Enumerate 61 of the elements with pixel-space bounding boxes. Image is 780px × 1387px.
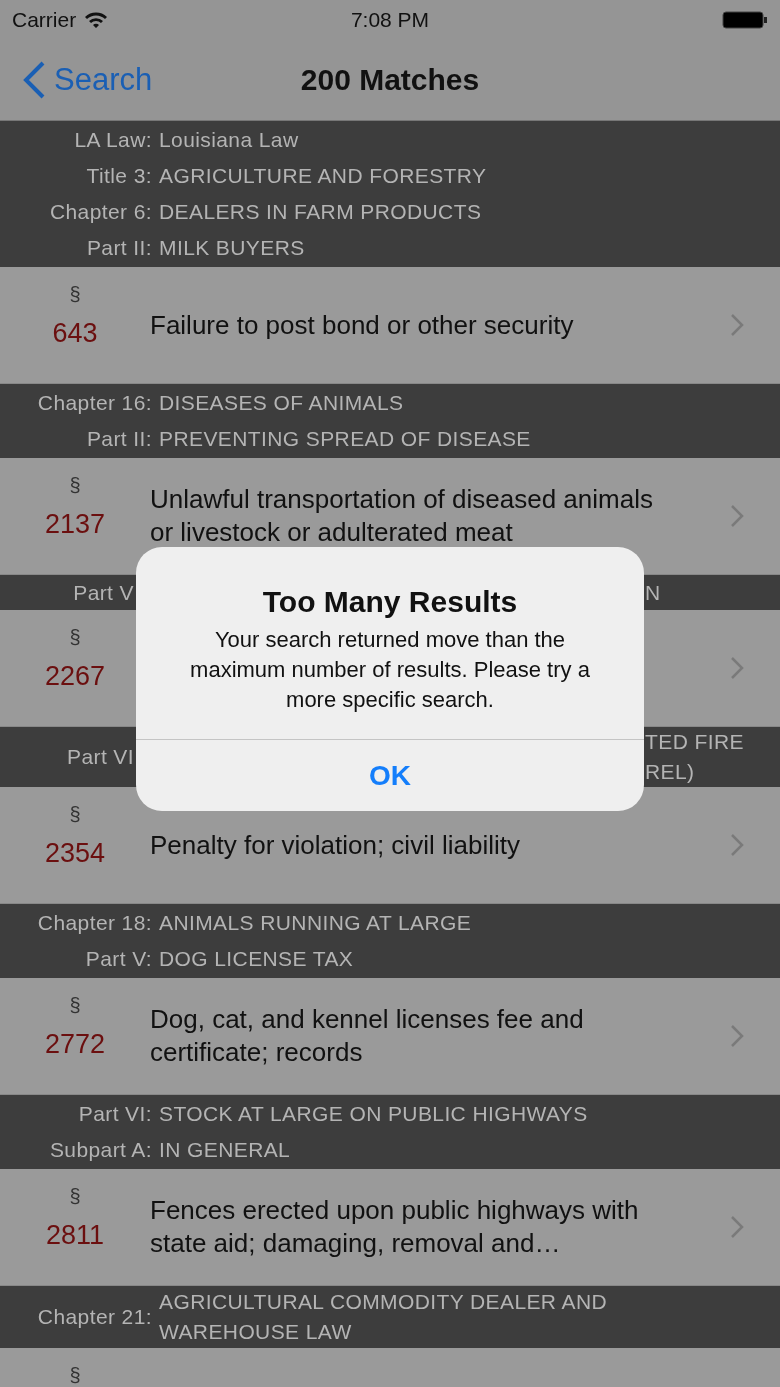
header-value: REL)	[645, 759, 696, 785]
nav-title: 200 Matches	[300, 63, 480, 96]
header-label: Chapter 6:	[48, 200, 152, 224]
header-label: Part II:	[85, 427, 152, 451]
section-symbol: §	[69, 803, 81, 826]
header-value: AGRICULTURAL COMMODITY DEALER AND WAREHOUSE LAW	[159, 1289, 609, 1345]
section-number: 2354	[44, 838, 106, 869]
chevron-icon	[730, 313, 744, 337]
section-symbol: §	[69, 474, 81, 497]
header-value: DEALERS IN FARM PRODUCTS	[159, 199, 483, 225]
carrier-label: Carrier	[12, 8, 77, 32]
header-label: Chapter 18:	[36, 911, 152, 935]
header-label: Part VI:	[77, 1102, 152, 1126]
section-number: 2137	[44, 509, 106, 540]
chevron-icon	[730, 504, 744, 528]
header-label: LA Law:	[73, 128, 152, 152]
header-label: Chapter 16:	[36, 391, 152, 415]
battery-icon	[722, 10, 768, 30]
header-label: Subpart A:	[48, 1138, 152, 1162]
result-title: Dog, cat, and kennel licenses fee and certificate; records	[150, 1004, 584, 1067]
header-value: IN GENERAL	[159, 1137, 292, 1163]
section-number: 2811	[45, 1220, 105, 1251]
back-chevron-icon	[22, 60, 46, 100]
result-title: Fences erected upon public highways with state aid; damaging, removal and…	[150, 1195, 639, 1258]
ok-button[interactable]: OK	[136, 739, 644, 811]
chevron-icon	[730, 833, 744, 857]
alert-message: Your search returned move than the maximum number of results. Please try a more specific search.	[189, 626, 591, 714]
header-value: Louisiana Law	[159, 127, 300, 153]
section-symbol: §	[69, 994, 81, 1017]
result-title: Penalty for violation; civil liability	[150, 829, 520, 860]
section-symbol: §	[69, 1185, 81, 1208]
header-label: Part V:	[84, 947, 152, 971]
alert-title: Too Many Results	[261, 585, 519, 619]
header-value: DOG LICENSE TAX	[159, 946, 355, 972]
section-symbol: §	[69, 1364, 81, 1387]
section-number: 2772	[44, 1029, 106, 1060]
header-value: AGRICULTURE AND FORESTRY	[159, 163, 488, 189]
header-value: TED FIRE	[645, 729, 744, 755]
result-title: Unlawful transportation of diseased animals or livestock or adulterated meat	[150, 484, 653, 547]
header-value: PREVENTING SPREAD OF DISEASE	[159, 426, 532, 452]
header-label: Part II:	[85, 236, 152, 260]
header-value: STOCK AT LARGE ON PUBLIC HIGHWAYS	[159, 1101, 589, 1127]
header-value: ANIMALS RUNNING AT LARGE	[159, 910, 473, 936]
header-label: Chapter 21:	[36, 1305, 152, 1329]
header-label: Part V	[72, 580, 134, 605]
chevron-icon	[730, 656, 744, 680]
status-time: 7:08 PM	[350, 8, 430, 31]
result-row[interactable]: §	[0, 1348, 780, 1387]
section-symbol: §	[69, 626, 81, 649]
header-value: DISEASES OF ANIMALS	[159, 390, 405, 416]
section-number: 2267	[44, 661, 106, 692]
section-symbol: §	[69, 283, 81, 306]
chevron-icon	[730, 1024, 744, 1048]
wifi-icon	[84, 11, 109, 29]
result-title: Failure to post bond or other security	[150, 309, 574, 340]
header-value: N	[645, 579, 661, 606]
chevron-icon	[730, 1215, 744, 1239]
header-label: Title 3:	[85, 164, 152, 188]
section-number: 643	[52, 318, 98, 349]
header-label: Part VI	[66, 745, 134, 769]
header-value: MILK BUYERS	[159, 235, 306, 261]
